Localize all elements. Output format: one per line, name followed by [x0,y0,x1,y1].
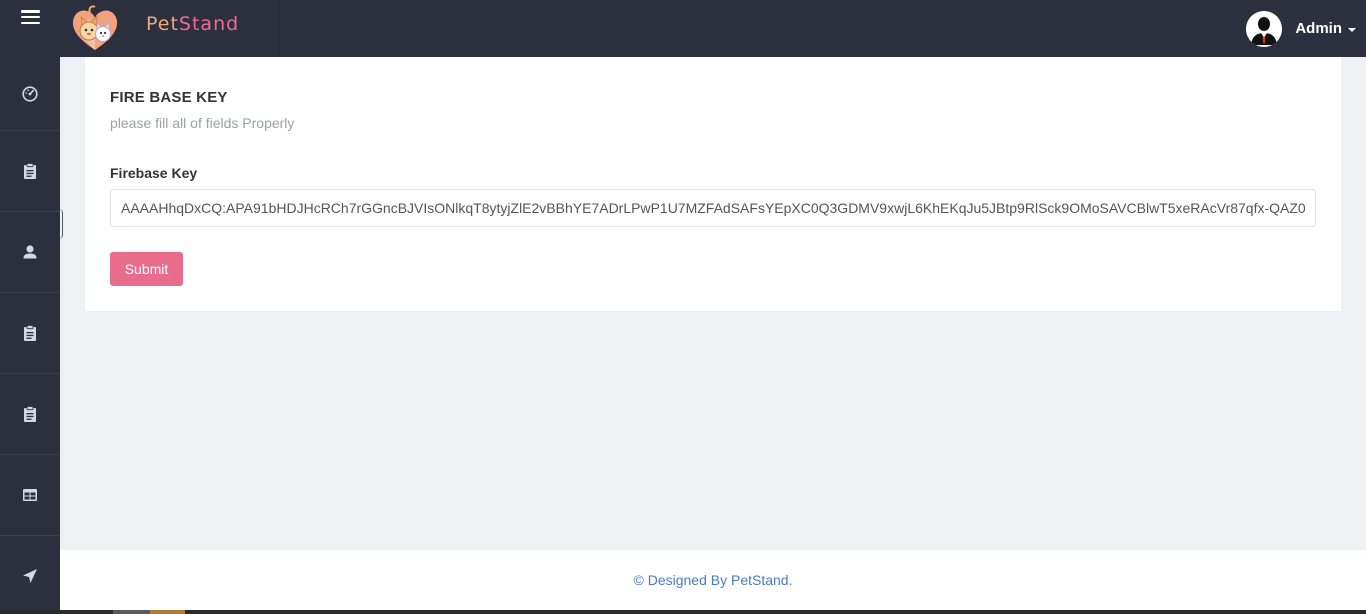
footer: © Designed By PetStand. [60,550,1366,610]
firebase-key-card: FIRE BASE KEY please fill all of fields … [85,57,1341,311]
sidebar-collapse-handle[interactable] [59,209,63,239]
user-menu[interactable]: Admin [1246,0,1356,57]
sidebar-item-send[interactable] [0,536,60,614]
petstand-logo [72,5,118,50]
user-icon [23,245,37,259]
sidebar-item-clipboard-2[interactable] [0,293,60,374]
dashboard-gauge-icon [22,85,38,102]
submit-button[interactable]: Submit [110,252,183,286]
table-icon [23,489,37,501]
brand-name-part2: Stand [178,13,240,35]
sidebar-item-users[interactable] [0,212,60,293]
sidebar-item-clipboard-3[interactable] [0,374,60,455]
footer-text: © Designed By PetStand. [633,572,793,588]
sidebar-item-clipboard-1[interactable] [0,131,60,212]
hamburger-icon [20,10,40,24]
paper-plane-icon [23,569,37,583]
page-title: FIRE BASE KEY [110,89,228,106]
clipboard-icon [24,325,36,341]
taskbar-strip [0,610,1366,614]
brand-name: PetStand [146,13,239,35]
top-navbar: PetStand Admin [0,0,1366,57]
firebase-key-input[interactable] [110,189,1316,227]
page-subtitle: please fill all of fields Properly [110,115,295,131]
clipboard-icon [24,163,36,179]
brand-name-part1: Pet [146,13,179,35]
firebase-key-label: Firebase Key [110,165,198,181]
brand[interactable]: PetStand [60,0,279,57]
user-name: Admin [1295,20,1342,37]
taskbar-item [150,610,185,614]
sidebar [0,57,63,614]
clipboard-icon [24,406,36,422]
user-silhouette-icon [1246,10,1283,47]
sidebar-item-dashboard[interactable] [0,57,60,131]
menu-toggle-button[interactable] [0,0,60,57]
taskbar-item [113,610,150,614]
sidebar-item-table[interactable] [0,455,60,536]
chevron-down-icon [1348,27,1356,32]
